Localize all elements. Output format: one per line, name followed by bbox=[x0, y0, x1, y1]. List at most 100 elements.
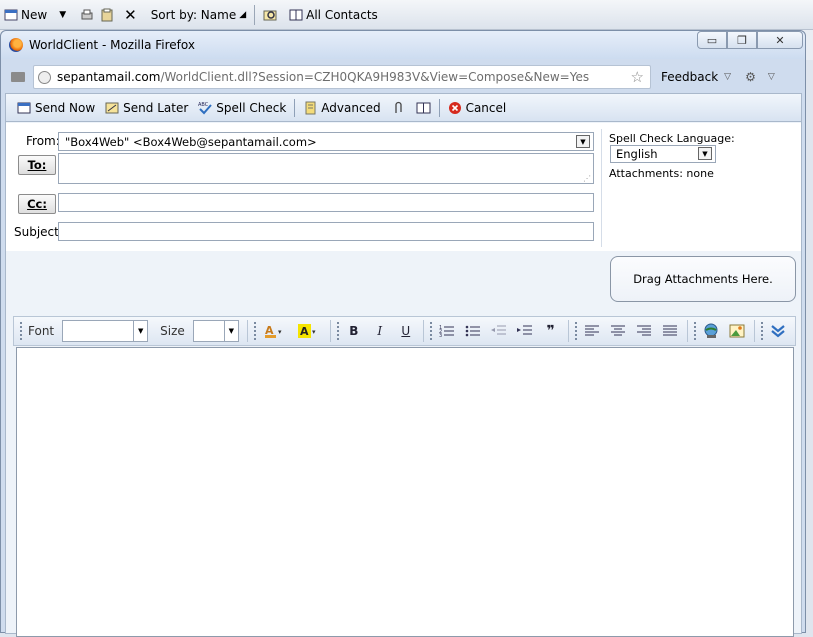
addon-icon[interactable]: ⚙ bbox=[745, 70, 756, 84]
delete-icon[interactable]: ✕ bbox=[124, 6, 137, 24]
compose-panel: Send Now Send Later ABC Spell Check Adva… bbox=[5, 93, 802, 637]
color-group: A ▾ A ▾ bbox=[262, 320, 331, 342]
bold-button[interactable]: B bbox=[345, 322, 363, 340]
expand-toolbar-icon[interactable] bbox=[769, 322, 787, 340]
attachment-drop-zone[interactable]: Drag Attachments Here. bbox=[610, 256, 796, 302]
column-divider bbox=[601, 129, 602, 247]
bookmark-star-icon[interactable]: ☆ bbox=[631, 68, 644, 86]
minimize-button[interactable]: ▭ bbox=[697, 31, 727, 49]
align-right-icon[interactable] bbox=[635, 322, 653, 340]
all-contacts-label: All Contacts bbox=[306, 7, 378, 22]
spell-check-label: Spell Check bbox=[216, 100, 287, 115]
send-now-icon bbox=[17, 101, 32, 115]
nav-extra-controls: ⚙ ▽ bbox=[745, 70, 775, 84]
url-host: sepantamail.com bbox=[57, 70, 161, 84]
toolbar-separator bbox=[254, 4, 256, 25]
chevron-down-icon: ▼ bbox=[133, 321, 147, 341]
send-now-button[interactable]: Send Now bbox=[12, 101, 100, 115]
toolbar-separator bbox=[294, 98, 296, 117]
send-later-icon bbox=[105, 101, 120, 115]
editor-toolbar: Font ▼ Size ▼ A ▾ A ▾ B I U 1 2 3 ❞ bbox=[13, 316, 796, 346]
numbered-list-icon[interactable]: 123 bbox=[438, 322, 456, 340]
spell-language-select[interactable]: English ▼ bbox=[610, 145, 716, 163]
toolbar-grip[interactable] bbox=[760, 322, 763, 340]
advanced-button[interactable]: Advanced bbox=[298, 101, 385, 115]
feedback-button[interactable]: Feedback ▽ bbox=[661, 70, 731, 84]
address-book-button[interactable] bbox=[411, 101, 436, 115]
message-header-pane: From: "Box4Web" <Box4Web@sepantamail.com… bbox=[6, 123, 801, 251]
toolbar-grip[interactable] bbox=[253, 322, 256, 340]
sort-by-button[interactable]: Sort by: Name ◢ bbox=[151, 8, 246, 22]
restore-icon: ❐ bbox=[737, 33, 747, 47]
firefox-window: WorldClient - Mozilla Firefox ▭ ❐ ✕ sepa… bbox=[0, 30, 806, 637]
spell-check-button[interactable]: ABC Spell Check bbox=[193, 101, 291, 115]
size-label: Size bbox=[160, 324, 185, 338]
font-select[interactable]: ▼ bbox=[62, 320, 149, 342]
toolbar-grip[interactable] bbox=[693, 322, 696, 340]
highlight-color-icon[interactable]: A ▾ bbox=[296, 322, 322, 340]
restore-button[interactable]: ❐ bbox=[727, 31, 757, 49]
outdent-icon[interactable] bbox=[490, 322, 508, 340]
svg-text:A: A bbox=[300, 325, 309, 338]
background-app-toolbar: New ▼ ✕ Sort by: Name ◢ All Contacts bbox=[0, 0, 813, 30]
indent-icon[interactable] bbox=[516, 322, 534, 340]
close-window-button[interactable]: ✕ bbox=[757, 31, 803, 49]
cancel-label: Cancel bbox=[465, 100, 507, 115]
align-center-icon[interactable] bbox=[609, 322, 627, 340]
align-left-icon[interactable] bbox=[583, 322, 601, 340]
bulleted-list-icon[interactable] bbox=[464, 322, 482, 340]
cancel-icon bbox=[448, 101, 463, 115]
new-button[interactable]: New bbox=[4, 8, 47, 22]
advanced-label: Advanced bbox=[321, 100, 381, 115]
print-icon[interactable] bbox=[80, 8, 94, 22]
attach-button[interactable] bbox=[386, 101, 411, 115]
sort-direction-icon: ◢ bbox=[239, 9, 247, 20]
subject-field[interactable] bbox=[58, 222, 594, 241]
from-select[interactable]: "Box4Web" <Box4Web@sepantamail.com> ▼ bbox=[58, 132, 594, 151]
url-bar[interactable]: sepantamail.com/WorldClient.dll?Session=… bbox=[33, 65, 651, 89]
underline-button[interactable]: U bbox=[397, 322, 415, 340]
insert-image-icon[interactable] bbox=[728, 322, 746, 340]
insert-link-icon[interactable] bbox=[702, 322, 720, 340]
toolbar-separator bbox=[438, 98, 440, 117]
all-contacts-button[interactable]: All Contacts bbox=[289, 8, 378, 22]
toolbar-grip[interactable] bbox=[20, 322, 22, 340]
spell-language-label: Spell Check Language: bbox=[609, 132, 735, 145]
message-body-editor[interactable] bbox=[16, 347, 794, 637]
toolbar-grip[interactable] bbox=[336, 322, 339, 340]
sort-by-label: Sort by: Name bbox=[150, 7, 237, 22]
minimize-icon: ▭ bbox=[706, 33, 718, 47]
more-group bbox=[769, 320, 795, 342]
site-identity-globe-icon[interactable] bbox=[38, 70, 51, 84]
cc-button[interactable]: Cc: bbox=[18, 194, 56, 214]
style-group: B I U bbox=[345, 320, 424, 342]
svg-text:ABC: ABC bbox=[198, 102, 209, 108]
send-later-label: Send Later bbox=[123, 100, 189, 115]
to-field[interactable]: ⋰ bbox=[58, 153, 594, 184]
blockquote-icon[interactable]: ❞ bbox=[542, 322, 560, 340]
toolbar-grip[interactable] bbox=[429, 322, 432, 340]
cc-button-label: Cc: bbox=[27, 197, 47, 211]
chevron-down-icon: ▼ bbox=[698, 147, 712, 160]
toolbar-grip[interactable] bbox=[574, 322, 577, 340]
close-icon: ✕ bbox=[775, 33, 785, 47]
font-color-icon[interactable]: A ▾ bbox=[262, 322, 288, 340]
to-button[interactable]: To: bbox=[18, 155, 56, 175]
cancel-button[interactable]: Cancel bbox=[443, 101, 512, 115]
overflow-chevron-icon[interactable]: ▽ bbox=[768, 72, 775, 82]
italic-button[interactable]: I bbox=[371, 322, 389, 340]
url-path: /WorldClient.dll?Session=CZH0QKA9H983V&V… bbox=[160, 70, 590, 84]
justify-icon[interactable] bbox=[661, 322, 679, 340]
new-dropdown-chevron-icon[interactable]: ▼ bbox=[59, 10, 66, 20]
cc-field[interactable] bbox=[58, 193, 594, 212]
clipboard-icon[interactable] bbox=[100, 8, 114, 22]
chevron-down-icon: ▼ bbox=[576, 135, 590, 148]
firefox-logo-icon bbox=[9, 38, 23, 52]
svg-text:3: 3 bbox=[439, 333, 442, 338]
send-later-button[interactable]: Send Later bbox=[100, 101, 193, 115]
tab-list-icon[interactable] bbox=[11, 72, 25, 82]
find-contact-icon[interactable] bbox=[263, 8, 277, 22]
size-select[interactable]: ▼ bbox=[192, 320, 239, 342]
resize-grip-icon[interactable]: ⋰ bbox=[583, 174, 591, 183]
window-titlebar[interactable]: WorldClient - Mozilla Firefox ▭ ❐ ✕ bbox=[1, 31, 805, 59]
